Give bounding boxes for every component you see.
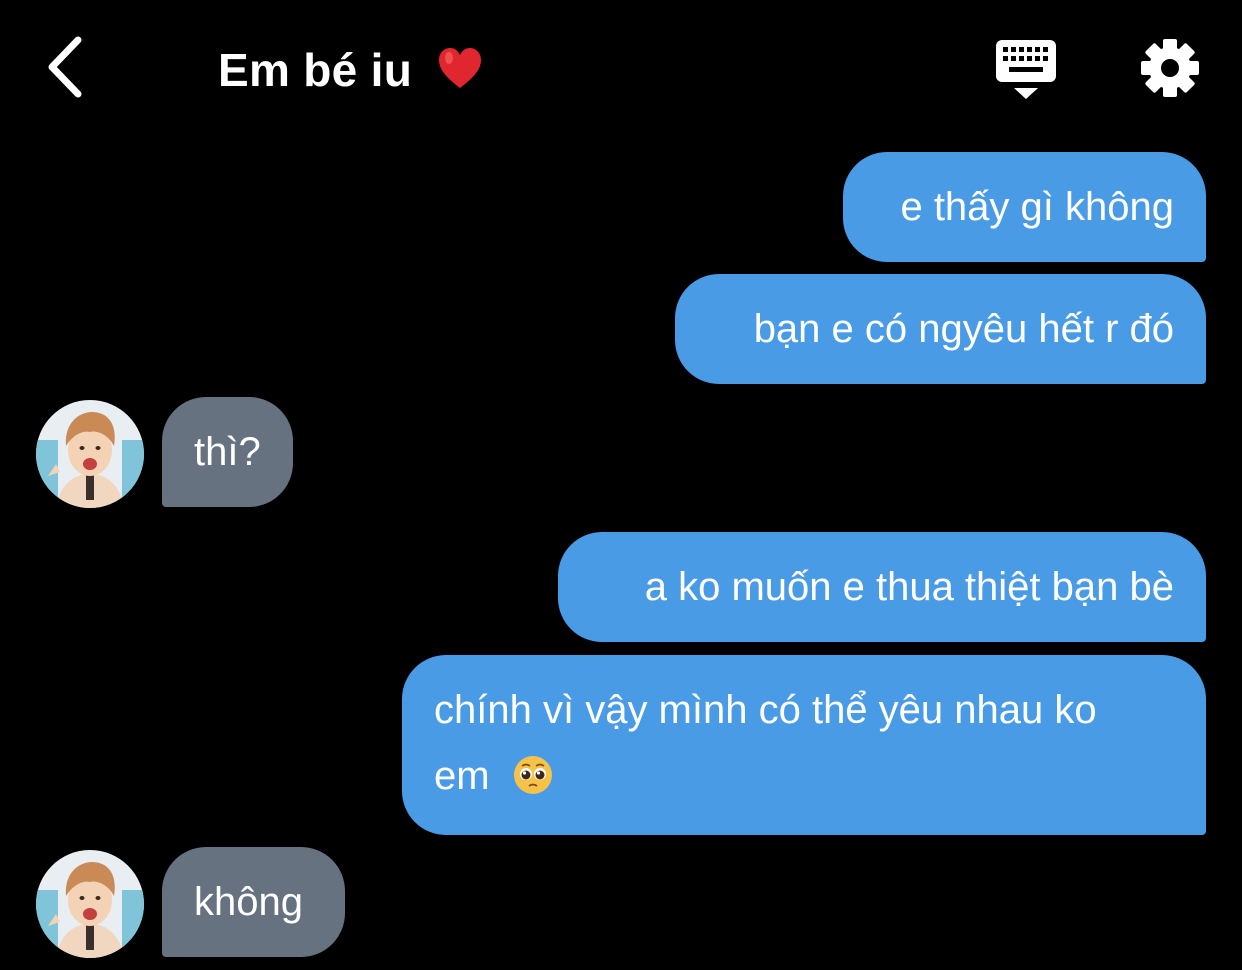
chat-title-text: Em bé iu: [218, 44, 413, 96]
message-text: không: [194, 880, 303, 924]
chevron-left-icon: [48, 36, 82, 98]
message-text: e thấy gì không: [900, 185, 1174, 229]
pleading-face-icon: [513, 756, 552, 794]
gear-icon: [1141, 39, 1199, 97]
message-text: em: [434, 754, 490, 798]
avatar-image: [36, 400, 144, 508]
message-text: bạn e có ngyêu hết r đó: [753, 307, 1174, 351]
contact-avatar[interactable]: [36, 850, 144, 958]
avatar-image: [36, 850, 144, 958]
message-text-line: chính vì vậy mình có thể yêu nhau ko: [434, 688, 1097, 732]
message-bubble-outgoing[interactable]: chính vì vậy mình có thể yêu nhau ko em: [402, 655, 1206, 835]
message-bubble-incoming[interactable]: thì?: [162, 397, 293, 507]
message-bubble-outgoing[interactable]: a ko muốn e thua thiệt bạn bè: [558, 532, 1206, 642]
message-text: thì?: [194, 430, 261, 474]
contact-avatar[interactable]: [36, 400, 144, 508]
chat-header: Em bé iu: [0, 0, 1242, 130]
keyboard-button[interactable]: [994, 38, 1058, 100]
message-text: a ko muốn e thua thiệt bạn bè: [644, 565, 1174, 609]
message-bubble-incoming[interactable]: không: [162, 847, 345, 957]
message-text-line: em: [434, 743, 1174, 809]
settings-button[interactable]: [1138, 36, 1202, 100]
message-bubble-outgoing[interactable]: e thấy gì không: [843, 152, 1206, 262]
heart-icon: [439, 48, 482, 88]
message-bubble-outgoing[interactable]: bạn e có ngyêu hết r đó: [675, 274, 1206, 384]
back-button[interactable]: [40, 34, 96, 100]
keyboard-hide-icon: [996, 40, 1056, 99]
chat-title: Em bé iu: [218, 42, 483, 98]
